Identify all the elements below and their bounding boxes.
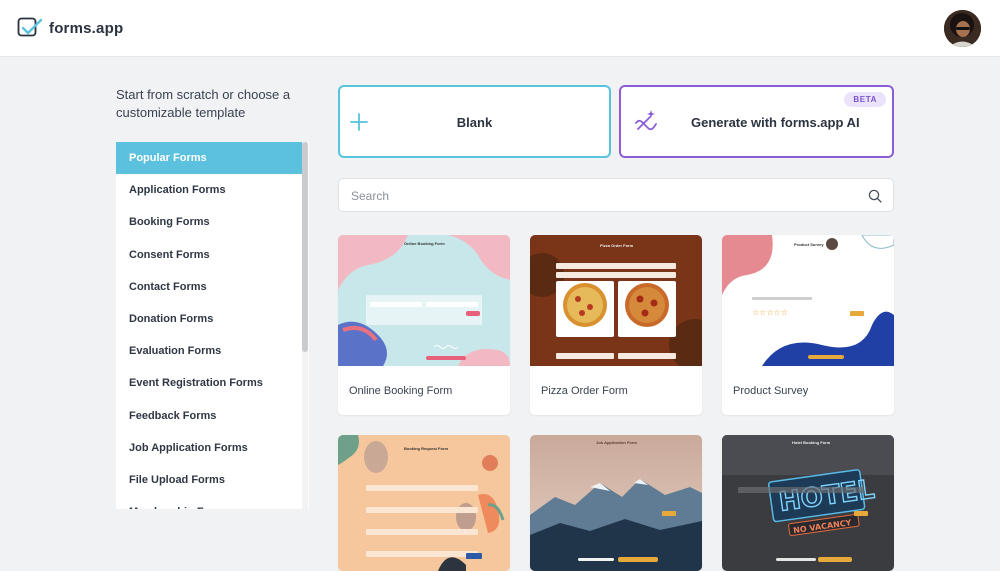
- template-card-job-application[interactable]: Job Application Form: [530, 435, 702, 571]
- template-thumbnail: Online Booking Form: [338, 235, 510, 366]
- ai-label: Generate with forms.app AI: [691, 115, 860, 130]
- sidebar-item-consent-forms[interactable]: Consent Forms: [116, 239, 302, 271]
- template-card-booking-request[interactable]: Booking Request Form: [338, 435, 510, 571]
- magic-wand-icon: [635, 110, 657, 131]
- category-sidebar: Popular Forms Application Forms Booking …: [116, 142, 309, 509]
- blank-form-button[interactable]: Blank: [338, 85, 611, 158]
- sidebar-item-event-registration-forms[interactable]: Event Registration Forms: [116, 367, 302, 399]
- blank-label: Blank: [456, 115, 493, 130]
- template-card-pizza-order[interactable]: Pizza Order Form Pizza Order Form: [530, 235, 702, 415]
- sidebar-item-membership-forms[interactable]: Membership Forms: [116, 496, 302, 509]
- sidebar-scrollbar-thumb[interactable]: [302, 142, 308, 352]
- generate-ai-button[interactable]: BETA Generate with forms.app AI: [619, 85, 894, 158]
- forms-app-logo-icon: [17, 17, 43, 37]
- template-thumbnail: HOTEL NO VACANCY Hotel Booking Form: [722, 435, 894, 571]
- intro-text: Start from scratch or choose a customiza…: [116, 87, 291, 120]
- sidebar-item-file-upload-forms[interactable]: File Upload Forms: [116, 464, 302, 496]
- template-thumbnail: Job Application Form: [530, 435, 702, 571]
- template-thumbnail: Booking Request Form: [338, 435, 510, 571]
- template-card-online-booking[interactable]: Online Booking Form Online Booking Form: [338, 235, 510, 415]
- hotel-booking-thumbnail-art: HOTEL NO VACANCY: [722, 435, 894, 571]
- thumbnail-title: Hotel Booking Form: [792, 440, 831, 445]
- beta-badge: BETA: [844, 92, 886, 107]
- template-thumbnail: ☆☆☆☆☆ Product Survey: [722, 235, 894, 366]
- template-label: Online Booking Form: [349, 385, 453, 397]
- template-search: [338, 178, 894, 212]
- sidebar-item-donation-forms[interactable]: Donation Forms: [116, 303, 302, 335]
- sidebar-item-booking-forms[interactable]: Booking Forms: [116, 206, 302, 238]
- template-label: Product Survey: [733, 385, 809, 397]
- template-label: Pizza Order Form: [541, 385, 628, 397]
- thumbnail-title: Product Survey: [794, 242, 824, 247]
- sidebar-item-evaluation-forms[interactable]: Evaluation Forms: [116, 335, 302, 367]
- thumbnail-title: Booking Request Form: [404, 446, 449, 451]
- template-card-product-survey[interactable]: ☆☆☆☆☆ Product Survey Product Survey: [722, 235, 894, 415]
- sidebar-item-popular-forms[interactable]: Popular Forms: [116, 142, 302, 175]
- template-thumbnail: Pizza Order Form: [530, 235, 702, 366]
- user-avatar-icon: [944, 10, 981, 47]
- sidebar-scrollbar[interactable]: [302, 142, 308, 509]
- product-survey-thumbnail-art: ☆☆☆☆☆: [722, 235, 894, 366]
- search-input[interactable]: [351, 187, 851, 205]
- svg-text:☆☆☆☆☆: ☆☆☆☆☆: [752, 308, 788, 317]
- sidebar-item-job-application-forms[interactable]: Job Application Forms: [116, 432, 302, 464]
- top-bar: forms.app: [0, 0, 1000, 57]
- online-booking-thumbnail-art: [338, 235, 510, 366]
- thumbnail-title: Pizza Order Form: [600, 243, 634, 248]
- template-card-hotel-booking[interactable]: HOTEL NO VACANCY Hotel Booking Form: [722, 435, 894, 571]
- avatar[interactable]: [944, 10, 981, 47]
- sidebar-item-application-forms[interactable]: Application Forms: [116, 174, 302, 206]
- pizza-order-thumbnail-art: [530, 235, 702, 366]
- booking-request-thumbnail-art: [338, 435, 510, 571]
- sidebar-item-contact-forms[interactable]: Contact Forms: [116, 271, 302, 303]
- brand-name: forms.app: [49, 19, 124, 37]
- search-icon[interactable]: [868, 189, 882, 203]
- thumbnail-title: Job Application Form: [596, 440, 637, 445]
- thumbnail-title: Online Booking Form: [404, 241, 445, 246]
- sidebar-item-feedback-forms[interactable]: Feedback Forms: [116, 400, 302, 432]
- brand-logo[interactable]: forms.app: [17, 17, 123, 39]
- category-list: Popular Forms Application Forms Booking …: [116, 142, 302, 509]
- job-application-thumbnail-art: [530, 435, 702, 571]
